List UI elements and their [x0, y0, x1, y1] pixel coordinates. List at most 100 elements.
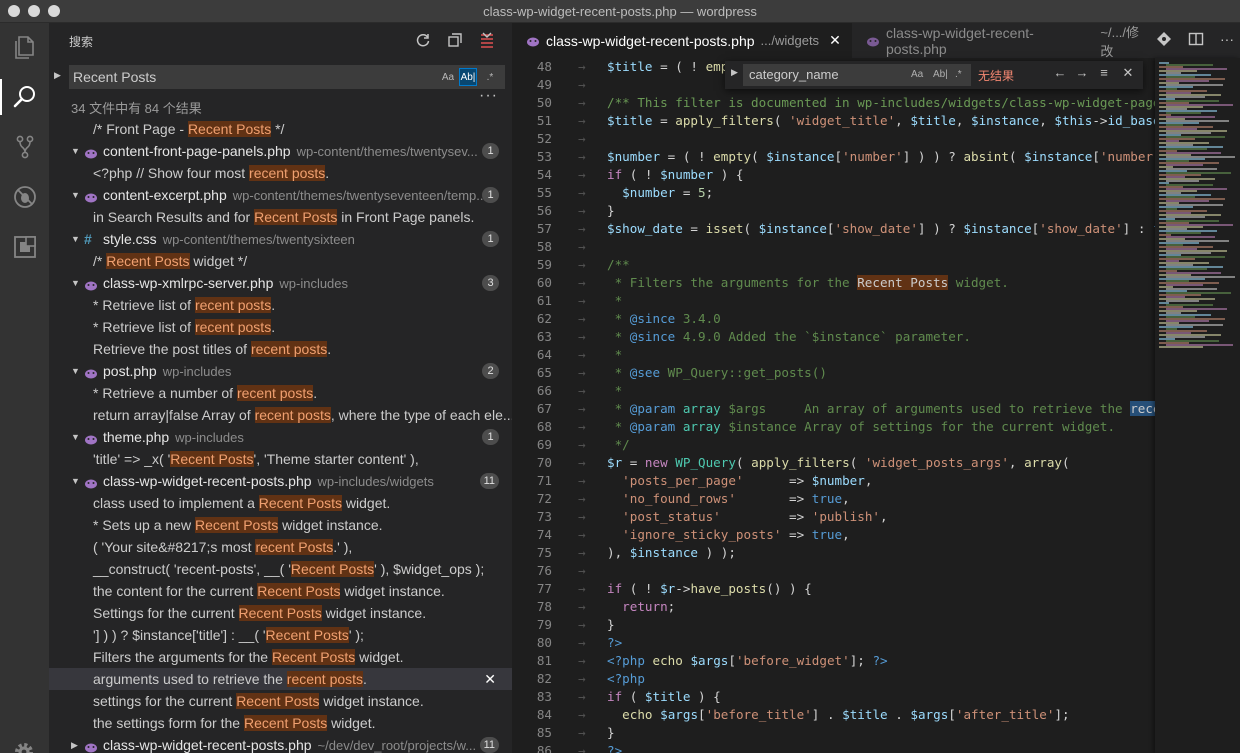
- indent-guide: →: [578, 185, 586, 200]
- chevron-down-icon[interactable]: ▼: [71, 184, 80, 206]
- find-match-case-toggle[interactable]: Aa: [911, 69, 923, 80]
- result-file-row[interactable]: ▼ theme.php wp-includes 1: [49, 426, 512, 448]
- match-prefix: Settings for the current: [93, 605, 239, 621]
- result-file-row[interactable]: ▶ class-wp-widget-recent-posts.php ~/dev/d…: [49, 734, 512, 753]
- toggle-replace-button[interactable]: ▶: [731, 67, 738, 78]
- match-prefix: class used to implement a: [93, 495, 259, 511]
- result-match-row[interactable]: in Search Results and for Recent Posts i…: [49, 206, 512, 228]
- result-match-row[interactable]: the settings form for the Recent Posts w…: [49, 712, 512, 734]
- explorer-button[interactable]: [0, 23, 49, 71]
- result-match-row[interactable]: /* Front Page - Recent Posts */: [49, 118, 512, 140]
- line-number: 52: [536, 131, 552, 146]
- tab-active[interactable]: class-wp-widget-recent-posts.php .../wid…: [512, 23, 852, 58]
- clear-results-button[interactable]: [446, 31, 464, 49]
- result-match-row[interactable]: * Retrieve list of recent posts.: [49, 294, 512, 316]
- code-token: ,: [842, 527, 850, 542]
- indent-guide: →: [578, 365, 586, 380]
- next-match-button[interactable]: →: [1073, 65, 1091, 83]
- settings-button[interactable]: [12, 740, 36, 753]
- match-suffix: , where the type of each ele...: [330, 407, 512, 423]
- result-match-row[interactable]: '] ) ) ? $instance['title'] : __( 'Recen…: [49, 624, 512, 646]
- result-match-row[interactable]: ( 'Your site&#8217;s most recent Posts.'…: [49, 536, 512, 558]
- code-token: array: [682, 401, 721, 416]
- code-line: 71 → 'posts_per_page' => $number,: [512, 472, 1155, 490]
- refresh-button[interactable]: [414, 31, 432, 49]
- result-match-row[interactable]: the content for the current Recent Posts…: [49, 580, 512, 602]
- more-options-button[interactable]: ···: [479, 87, 498, 105]
- find-regex-toggle[interactable]: .*: [955, 69, 962, 80]
- result-file-row[interactable]: ▼ content-excerpt.php wp-content/themes/tw…: [49, 184, 512, 206]
- split-editor-button[interactable]: [1188, 31, 1204, 50]
- code-token: apply_filters: [751, 455, 850, 470]
- extensions-button[interactable]: [0, 223, 49, 271]
- search-input[interactable]: Recent Posts Aa Ab| .*: [69, 65, 505, 89]
- collapse-all-button[interactable]: [478, 31, 496, 49]
- result-match-row[interactable]: Filters the arguments for the Recent Pos…: [49, 646, 512, 668]
- code-editor[interactable]: 48 → $title = ( ! emp 49 → 50 → /** This filter…: [512, 58, 1155, 753]
- result-file-row[interactable]: ▼ content-front-page-panels.php wp-content…: [49, 140, 512, 162]
- dismiss-result-button[interactable]: ✕: [484, 668, 496, 690]
- result-match-row[interactable]: * Sets up a new Recent Posts widget inst…: [49, 514, 512, 536]
- more-actions-button[interactable]: ···: [1220, 31, 1234, 50]
- result-match-row[interactable]: * Retrieve a number of recent posts.: [49, 382, 512, 404]
- line-number: 54: [536, 167, 552, 182]
- search-view-button[interactable]: [0, 73, 49, 121]
- chevron-down-icon[interactable]: ▼: [71, 272, 80, 294]
- result-match-row[interactable]: * Retrieve list of recent posts.: [49, 316, 512, 338]
- chevron-down-icon[interactable]: ▼: [71, 228, 80, 250]
- chevron-down-icon[interactable]: ▼: [71, 470, 80, 492]
- result-match-row[interactable]: Settings for the current Recent Posts wi…: [49, 602, 512, 624]
- toggle-replace-button[interactable]: ▶: [54, 70, 64, 84]
- result-file-row[interactable]: ▼ post.php wp-includes 2: [49, 360, 512, 382]
- minimap[interactable]: [1155, 58, 1240, 753]
- code-token: = ( !: [660, 149, 714, 164]
- code-token: 'number': [1099, 149, 1155, 164]
- code-token: apply_filters: [675, 113, 774, 128]
- chevron-right-icon[interactable]: ▶: [71, 734, 78, 753]
- code-token: (: [743, 221, 759, 236]
- indent-guide: →: [578, 635, 586, 650]
- code-text: * @param array $args An array of argumen…: [607, 400, 1155, 418]
- result-match-row[interactable]: arguments used to retrieve the recent po…: [49, 668, 512, 690]
- result-file-path: wp-includes: [279, 276, 349, 291]
- result-file-path: ~/dev/dev_root/projects/w...: [317, 738, 477, 753]
- php-file-icon: [84, 144, 98, 159]
- result-match-row[interactable]: <?php // Show four most recent posts.: [49, 162, 512, 184]
- chevron-down-icon[interactable]: ▼: [71, 140, 80, 162]
- result-match-row[interactable]: 'title' => _x( 'Recent Posts', 'Theme st…: [49, 448, 512, 470]
- find-input[interactable]: category_name Aa Ab| .*: [743, 64, 971, 86]
- match-suffix: ' ), $widget_ops );: [374, 561, 485, 577]
- result-match-row[interactable]: settings for the current Recent Posts wi…: [49, 690, 512, 712]
- find-whole-word-toggle[interactable]: Ab|: [933, 69, 948, 80]
- result-match-row[interactable]: class used to implement a Recent Posts w…: [49, 492, 512, 514]
- code-token: /** This filter is documented in wp-incl…: [607, 95, 1155, 110]
- result-file-row[interactable]: ▼ class-wp-widget-recent-posts.php wp-incl…: [49, 470, 512, 492]
- result-file-row[interactable]: ▼ class-wp-xmlrpc-server.php wp-includes 3: [49, 272, 512, 294]
- result-match-row[interactable]: /* Recent Posts widget */: [49, 250, 512, 272]
- close-tab-button[interactable]: ✕: [829, 32, 841, 49]
- result-file-row[interactable]: ▼ # style.css wp-content/themes/twentysixte…: [49, 228, 512, 250]
- close-find-button[interactable]: ✕: [1119, 65, 1137, 83]
- code-text: ?>: [607, 634, 622, 652]
- regex-toggle[interactable]: .*: [481, 68, 499, 86]
- result-match-row[interactable]: return array|false Array of recent posts…: [49, 404, 512, 426]
- previous-match-button[interactable]: ←: [1051, 65, 1069, 83]
- source-control-button[interactable]: [0, 123, 49, 171]
- match-case-toggle[interactable]: Aa: [439, 68, 457, 86]
- php-file-icon: [84, 364, 98, 379]
- result-match-row[interactable]: Retrieve the post titles of recent posts…: [49, 338, 512, 360]
- indent-guide: →: [578, 545, 586, 560]
- match-suffix: .: [271, 319, 276, 335]
- chevron-down-icon[interactable]: ▼: [71, 360, 80, 382]
- indent-guide: →: [578, 383, 586, 398]
- find-in-selection-button[interactable]: ≡: [1095, 65, 1113, 83]
- tab-active-name: class-wp-widget-recent-posts.php: [546, 32, 755, 49]
- code-token: 'before_widget': [735, 653, 850, 668]
- debug-button[interactable]: [0, 173, 49, 221]
- code-token: @since: [629, 311, 676, 326]
- open-changes-button[interactable]: [1156, 31, 1172, 50]
- tab-inactive[interactable]: class-wp-widget-recent-posts.php ~/.../修…: [852, 23, 1152, 59]
- chevron-down-icon[interactable]: ▼: [71, 426, 80, 448]
- whole-word-toggle[interactable]: Ab|: [459, 68, 477, 86]
- result-match-row[interactable]: __construct( 'recent-posts', __( 'Recent…: [49, 558, 512, 580]
